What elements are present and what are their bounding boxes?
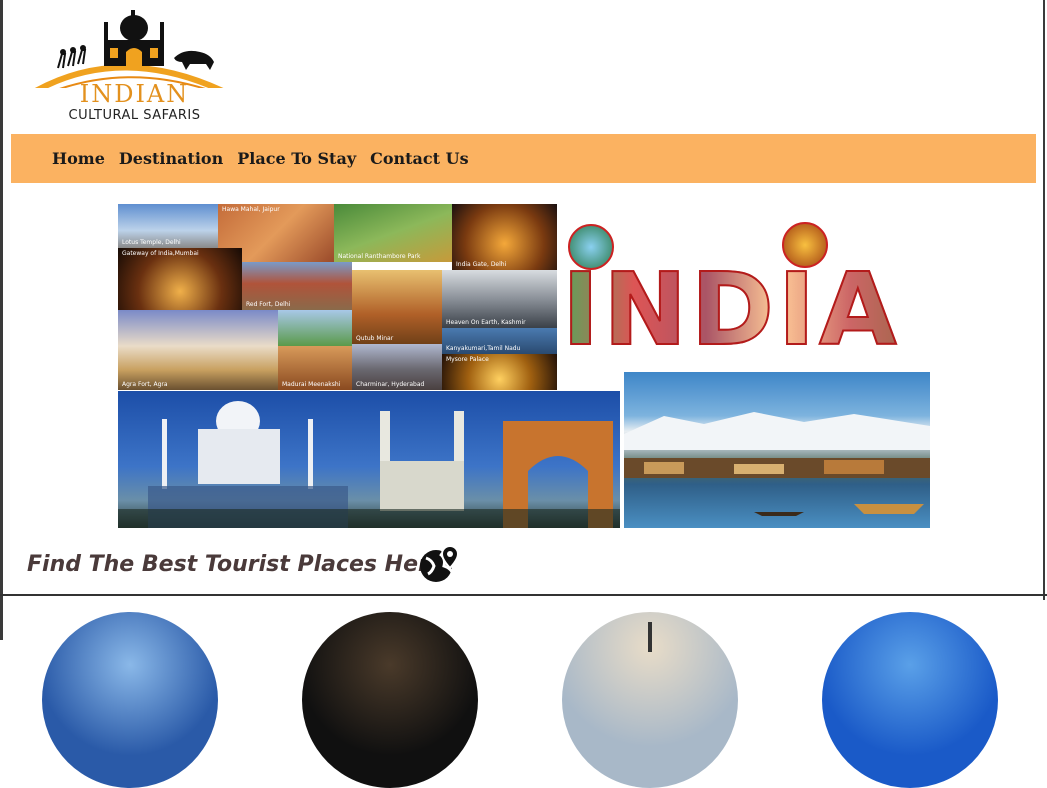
- nav-place-to-stay-link[interactable]: Place To Stay: [237, 149, 356, 168]
- site-logo[interactable]: INDIAN CULTURAL SAFARIS: [22, 8, 247, 126]
- caption-gateway-of-india: Gateway of India,Mumbai: [122, 250, 199, 257]
- caption-madurai: Madurai Meenakshi: [282, 381, 341, 388]
- nav-contact-us-link[interactable]: Contact Us: [370, 149, 468, 168]
- destination-circle-2[interactable]: [302, 612, 478, 788]
- logo-subtitle: CULTURAL SAFARIS: [68, 108, 201, 123]
- collage-landscape: [278, 310, 352, 346]
- caption-lotus-temple: Lotus Temple, Delhi: [122, 239, 181, 246]
- monuments-banner-image: [118, 391, 620, 528]
- logo-title: INDIAN: [79, 80, 190, 108]
- kashmir-lake-image: [624, 372, 930, 528]
- india-word: INDIA: [561, 259, 922, 361]
- taj-mahal-safari-logo-icon: [35, 10, 224, 88]
- collage-lotus-temple: Lotus Temple, Delhi: [118, 204, 218, 248]
- kashmir-illustration: [624, 412, 930, 516]
- main-navbar: Home Destination Place To Stay Contact U…: [11, 134, 1036, 183]
- destination-circle-1[interactable]: [42, 612, 218, 788]
- caption-ranthambore: National Ranthambore Park: [338, 253, 421, 260]
- monuments-illustration: [118, 401, 620, 528]
- collage-ranthambore: National Ranthambore Park: [334, 204, 452, 262]
- caption-red-fort: Red Fort, Delhi: [246, 301, 291, 308]
- collage-agra-fort: Agra Fort, Agra: [118, 310, 278, 390]
- nav-home-link[interactable]: Home: [52, 149, 105, 168]
- section-divider: [0, 594, 1047, 596]
- collage-madurai: Madurai Meenakshi: [278, 346, 352, 390]
- collage-india-gate: India Gate, Delhi: [452, 204, 557, 270]
- collage-kashmir: Heaven On Earth, Kashmir: [442, 270, 557, 328]
- collage-kanyakumari: Kanyakumari,Tamil Nadu: [442, 328, 557, 354]
- destination-circle-4[interactable]: [822, 612, 998, 788]
- globe-location-icon: [420, 544, 460, 582]
- collage-red-fort: Red Fort, Delhi: [242, 262, 352, 310]
- nav-destination-link[interactable]: Destination: [119, 149, 223, 168]
- caption-hawa-mahal: Hawa Mahal, Jaipur: [222, 206, 280, 213]
- caption-mysore-palace: Mysore Palace: [446, 356, 489, 363]
- caption-qutub-minar: Qutub Minar: [356, 335, 394, 342]
- caption-charminar: Charminar, Hyderabad: [356, 381, 425, 388]
- caption-kanyakumari: Kanyakumari,Tamil Nadu: [446, 345, 521, 352]
- page-border-right: [1043, 0, 1045, 600]
- find-places-heading: Find The Best Tourist Places Here: [27, 552, 444, 577]
- destination-circle-3[interactable]: [562, 612, 738, 788]
- collage-gateway-of-india: Gateway of India,Mumbai: [118, 248, 242, 310]
- india-word-art: INDIA: [561, 220, 922, 361]
- page-border-left: [0, 0, 3, 640]
- caption-kashmir: Heaven On Earth, Kashmir: [446, 319, 526, 326]
- collage-charminar: Charminar, Hyderabad: [352, 344, 442, 390]
- hero-collage: Lotus Temple, Delhi Hawa Mahal, Jaipur N…: [118, 204, 557, 390]
- collage-mysore-palace: Mysore Palace: [442, 354, 557, 390]
- caption-india-gate: India Gate, Delhi: [456, 261, 507, 268]
- caption-agra-fort: Agra Fort, Agra: [122, 381, 168, 388]
- spire-silhouette: [648, 622, 652, 652]
- collage-qutub-minar: Qutub Minar: [352, 270, 442, 344]
